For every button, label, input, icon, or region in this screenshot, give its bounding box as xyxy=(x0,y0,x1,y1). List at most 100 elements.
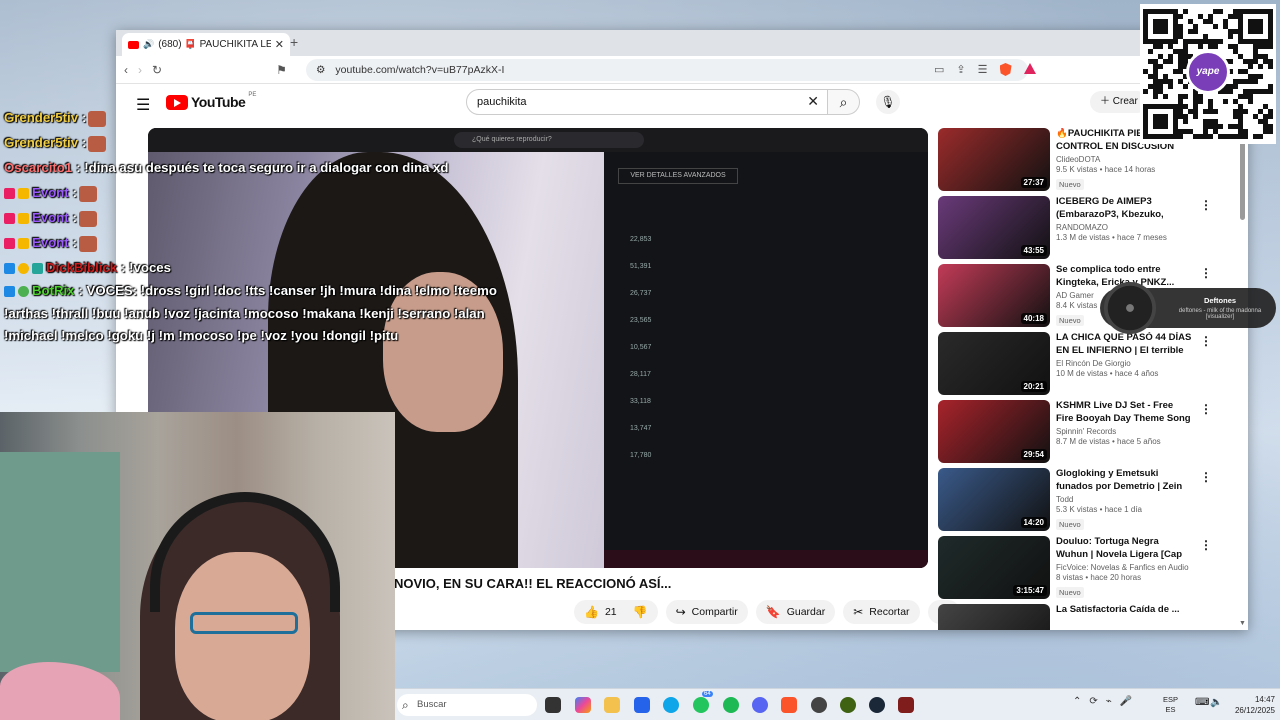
emote-icon xyxy=(79,210,98,227)
discord-icon[interactable] xyxy=(752,697,768,713)
clip-button[interactable]: ✂ Recortar xyxy=(843,600,920,624)
store-icon[interactable] xyxy=(634,697,650,713)
chat-message: DickBiblick: !voces xyxy=(4,255,524,280)
chat-message: Grender5tiv: xyxy=(4,105,524,130)
channel-name[interactable]: Todd xyxy=(1056,495,1192,504)
steam-icon[interactable] xyxy=(869,697,885,713)
chat-message: Evont: xyxy=(4,230,524,255)
sync-icon[interactable]: ⟳ xyxy=(1089,696,1097,707)
tab-youtube[interactable]: 🔊 (680) 📮 PAUCHIKITA LE DICE ✕ xyxy=(122,33,290,56)
channel-name[interactable]: El Rincón De Giorgio xyxy=(1056,359,1192,368)
verified-icon xyxy=(18,286,29,298)
edge-icon[interactable] xyxy=(663,697,679,713)
chat-text: : xyxy=(82,110,87,125)
clear-search-icon[interactable]: ✕ xyxy=(807,93,819,110)
brave-shields-icon[interactable] xyxy=(999,63,1012,76)
recommendation-item[interactable]: La Satisfactoria Caída de ... xyxy=(938,604,1238,630)
language-indicator[interactable]: ESP ES xyxy=(1163,695,1178,715)
forward-icon[interactable]: › xyxy=(138,63,142,77)
recommendation-item[interactable]: 3:15:47 Douluo: Tortuga Negra Wuhun | Nov… xyxy=(938,536,1238,604)
recommendation-item[interactable]: 20:21 LA CHICA QUE PASÓ 44 DÍAS EN EL INF… xyxy=(938,332,1238,400)
voice-search-button[interactable]: 🎙 xyxy=(876,90,900,114)
spotify-icon[interactable] xyxy=(723,697,739,713)
audio-icon[interactable]: 🔊 xyxy=(143,39,154,50)
address-bar[interactable]: ⚙ youtube.com/watch?v=uB77pAzkX-I xyxy=(306,59,1028,81)
video-thumbnail[interactable]: 14:20 xyxy=(938,468,1050,531)
mic-tray-icon[interactable]: 🎤 xyxy=(1120,696,1132,707)
scroll-thumb[interactable] xyxy=(1240,140,1245,220)
reload-icon[interactable]: ↻ xyxy=(152,63,162,77)
more-options-icon[interactable]: ⋮ xyxy=(1200,266,1212,280)
video-thumbnail[interactable] xyxy=(938,604,1050,630)
task-view-icon[interactable] xyxy=(545,697,561,713)
recommendation-title[interactable]: Douluo: Tortuga Negra Wuhun | Novela Lig… xyxy=(1056,536,1192,561)
recommendation-title[interactable]: La Satisfactoria Caída de ... xyxy=(1056,604,1192,629)
video-thumbnail[interactable]: 20:21 xyxy=(938,332,1050,395)
clock[interactable]: 14:47 26/12/2025 xyxy=(1225,694,1275,716)
scroll-down-icon[interactable]: ▼ xyxy=(1239,620,1246,627)
chat-text: : !voces xyxy=(121,260,171,275)
emote-icon xyxy=(79,185,98,202)
share-icon[interactable]: ⇪ xyxy=(956,63,965,76)
video-thumbnail[interactable]: 43:55 xyxy=(938,196,1050,259)
volume-icon[interactable]: 🔈 xyxy=(1210,697,1222,708)
save-label: Guardar xyxy=(786,606,826,618)
youtube-favicon-icon xyxy=(128,40,139,49)
brave-icon[interactable] xyxy=(781,697,797,713)
back-icon[interactable]: ‹ xyxy=(124,63,128,77)
search-button[interactable]: ⌕ xyxy=(828,89,860,115)
thumbs-down-icon[interactable]: 👎 xyxy=(633,605,648,619)
file-explorer-icon[interactable] xyxy=(604,697,620,713)
more-options-icon[interactable]: ⋮ xyxy=(1200,470,1212,484)
recommendation-item[interactable]: 43:55 ICEBERG De AIMEP3 (EmbarazoP3, Kbez… xyxy=(938,196,1238,264)
channel-name[interactable]: Spinnin' Records xyxy=(1056,427,1192,436)
bookmark-save-icon: 🔖 xyxy=(765,605,781,619)
save-button[interactable]: 🔖 Guardar xyxy=(755,600,836,624)
copilot-icon[interactable] xyxy=(575,697,591,713)
more-options-icon[interactable]: ⋮ xyxy=(1200,334,1212,348)
search-icon: ⌕ xyxy=(839,94,848,110)
network-tray-icon[interactable]: ⌨ xyxy=(1195,697,1209,708)
like-button[interactable]: 👍 21 👎 xyxy=(574,600,658,624)
cast-icon[interactable]: ▭ xyxy=(934,63,944,76)
url-text: youtube.com/watch?v=uB77pAzkX-I xyxy=(335,64,505,76)
video-thumbnail[interactable]: 40:18 xyxy=(938,264,1050,327)
taskbar-search[interactable]: Buscar xyxy=(397,694,537,716)
video-thumbnail[interactable]: 3:15:47 xyxy=(938,536,1050,599)
brave-rewards-icon[interactable] xyxy=(1023,63,1036,74)
recommendation-item[interactable]: 29:54 KSHMR Live DJ Set - Free Fire Booya… xyxy=(938,400,1238,468)
crown-icon xyxy=(18,238,29,250)
more-options-icon[interactable]: ⋮ xyxy=(1200,198,1212,212)
network-icon[interactable]: ⌁ xyxy=(1106,696,1112,707)
xbox-icon[interactable] xyxy=(840,697,856,713)
recommendation-title[interactable]: Glogloking y Emetsuki funados por Demetr… xyxy=(1056,468,1192,493)
recommendation-item[interactable]: 14:20 Glogloking y Emetsuki funados por D… xyxy=(938,468,1238,536)
obs-icon[interactable] xyxy=(811,697,827,713)
channel-name[interactable]: FicVoice: Novelas & Fanfics en Audio xyxy=(1056,563,1192,572)
app-icon[interactable] xyxy=(898,697,914,713)
more-options-icon[interactable]: ⋮ xyxy=(1200,538,1212,552)
scrollbar[interactable]: ▲ ▼ xyxy=(1238,130,1248,630)
recommendation-title[interactable]: KSHMR Live DJ Set - Free Fire Booyah Day… xyxy=(1056,400,1192,425)
shield-icon[interactable]: ☰ xyxy=(978,63,988,76)
bookmark-icon[interactable]: ⚑ xyxy=(276,63,287,77)
recommendation-title[interactable]: LA CHICA QUE PASÓ 44 DÍAS EN EL INFIERNO… xyxy=(1056,332,1192,357)
whatsapp-icon[interactable] xyxy=(693,697,709,713)
now-playing-title: Deftones xyxy=(1203,296,1237,305)
channel-name[interactable]: RANDOMAZO xyxy=(1056,223,1192,232)
site-info-icon[interactable]: ⚙ xyxy=(316,64,325,76)
clock-time: 14:47 xyxy=(1254,695,1275,704)
close-tab-icon[interactable]: ✕ xyxy=(275,38,284,51)
recommendation-title[interactable]: ICEBERG De AIMEP3 (EmbarazoP3, Kbezuko, … xyxy=(1056,196,1192,221)
new-tab-button[interactable]: + xyxy=(290,34,298,50)
share-button[interactable]: ↪ Compartir xyxy=(665,600,748,624)
more-options-icon[interactable]: ⋮ xyxy=(1200,402,1212,416)
new-badge: Nuevo xyxy=(1056,315,1084,326)
new-badge: Nuevo xyxy=(1056,179,1084,190)
video-thumbnail[interactable]: 27:37 xyxy=(938,128,1050,191)
video-thumbnail[interactable]: 29:54 xyxy=(938,400,1050,463)
channel-name[interactable]: ClideoDOTA xyxy=(1056,155,1192,164)
tab-strip: 🔊 (680) 📮 PAUCHIKITA LE DICE ✕ + xyxy=(116,30,1248,56)
chevron-up-icon[interactable]: ⌃ xyxy=(1073,696,1081,707)
chat-username: Grender5tiv xyxy=(4,135,79,150)
